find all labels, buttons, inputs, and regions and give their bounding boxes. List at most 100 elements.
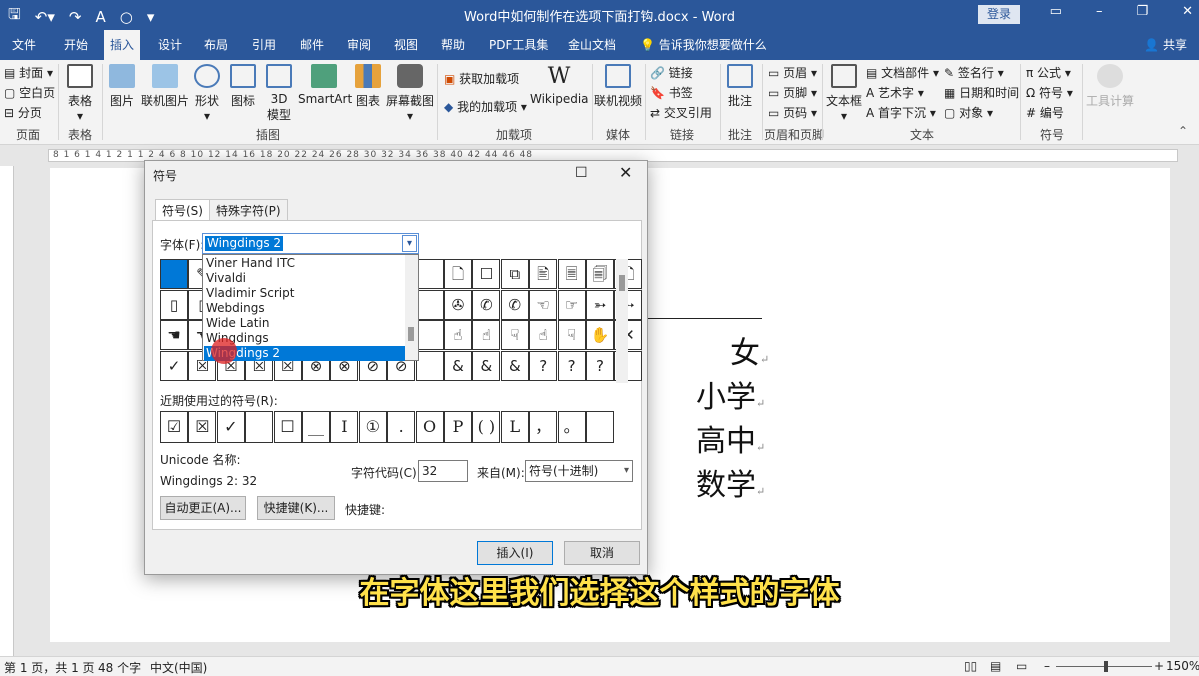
symbol-cell[interactable]: & [444, 350, 472, 381]
tab-design[interactable]: 设计 [152, 30, 188, 60]
symbol-cell[interactable]: 🗋 [444, 259, 472, 289]
font-option-viner[interactable]: Viner Hand ITC [204, 256, 405, 271]
quick-parts-button[interactable]: ▤ 文档部件 ▾ [866, 64, 939, 81]
footer-button[interactable]: ▭ 页脚 ▾ [768, 84, 817, 101]
autocorrect-button[interactable]: 自动更正(A)... [160, 496, 246, 520]
cancel-button[interactable]: 取消 [564, 541, 640, 565]
bookmark-button[interactable]: 🔖 书签 [650, 84, 693, 101]
font-option-webdings[interactable]: Webdings [204, 301, 405, 316]
font-option-wide-latin[interactable]: Wide Latin [204, 316, 405, 331]
symbol-cell[interactable]: ☝ [529, 320, 558, 350]
recent-symbol-cell[interactable]: ☑ [160, 411, 188, 443]
symbol-cell[interactable]: & [472, 350, 501, 381]
language[interactable]: 中文(中国) [150, 659, 207, 676]
symbol-cell[interactable] [160, 259, 188, 289]
recent-symbol-cell[interactable]: O [415, 411, 444, 443]
symbol-cell[interactable]: ☜ [529, 289, 558, 320]
symbol-cell[interactable]: ✇ [444, 289, 472, 320]
doc-line-2[interactable]: 小学↵ [696, 372, 765, 416]
symbol-cell[interactable]: ▯ [160, 289, 188, 320]
wikipedia-button[interactable]: W Wikipedia [530, 64, 589, 106]
tell-me-search[interactable]: 💡 告诉我你想要做什么 [634, 30, 773, 60]
symbol-cell[interactable]: 🖹 [529, 259, 558, 289]
recent-symbol-cell[interactable]: 。 [557, 411, 586, 443]
shapes-button[interactable]: 形状 ▾ [192, 64, 222, 123]
tab-kdocs[interactable]: 金山文档 [562, 30, 622, 60]
doc-line-4[interactable]: 数学↵ [696, 460, 765, 504]
list-scrollbar[interactable] [405, 255, 418, 360]
table-button[interactable]: 表格 ▾ [64, 64, 96, 123]
recent-symbol-cell[interactable]: ☐ [273, 411, 302, 443]
font-option-vladimir[interactable]: Vladimir Script [204, 286, 405, 301]
symbol-cell[interactable] [415, 320, 444, 350]
date-time-button[interactable]: ▦ 日期和时间 [944, 84, 1019, 101]
recent-symbol-cell[interactable] [586, 411, 614, 443]
online-video-button[interactable]: 联机视频 [594, 64, 642, 109]
symbol-cell[interactable]: ☞ [557, 289, 586, 320]
object-button[interactable]: ▢ 对象 ▾ [944, 104, 993, 121]
close-icon[interactable]: ✕ [619, 163, 632, 182]
zoom-level[interactable]: 150% [1166, 659, 1199, 673]
symbol-cell[interactable]: ☝ [472, 320, 501, 350]
symbol-cell[interactable]: ➳ [586, 289, 614, 320]
share-button[interactable]: 👤 共享 [1144, 30, 1187, 60]
doc-line-3[interactable]: 高中↵ [696, 416, 765, 460]
tab-references[interactable]: 引用 [246, 30, 282, 60]
symbol-cell[interactable]: 🗏 [557, 259, 586, 289]
tool-calc-button[interactable]: 工具计算 [1086, 64, 1134, 109]
drop-cap-button[interactable]: A 首字下沉 ▾ [866, 104, 936, 121]
login-button[interactable]: 登录 [978, 5, 1020, 24]
recent-symbol-cell[interactable]: ✓ [216, 411, 245, 443]
zoom-thumb[interactable] [1104, 661, 1108, 672]
chevron-down-icon[interactable]: ▾ [402, 235, 417, 252]
header-button[interactable]: ▭ 页眉 ▾ [768, 64, 817, 81]
symbol-cell[interactable]: ? [557, 350, 586, 381]
symbol-cell[interactable]: ✋ [586, 320, 614, 350]
doc-line-1[interactable]: 女↵ [730, 328, 769, 372]
recent-symbol-cell[interactable]: P [444, 411, 472, 443]
equation-button[interactable]: π 公式 ▾ [1026, 64, 1071, 81]
scroll-thumb[interactable] [619, 275, 625, 291]
icons-button[interactable]: 图标 [228, 64, 258, 109]
tab-home[interactable]: 开始 [58, 30, 94, 60]
word-count[interactable]: 48 个字 [98, 659, 141, 676]
recent-symbol-cell[interactable]: ☒ [188, 411, 217, 443]
tab-pdf-tools[interactable]: PDF工具集 [483, 30, 554, 60]
ribbon-display-icon[interactable]: ▭ [1050, 4, 1062, 19]
symbol-cell[interactable]: ☟ [557, 320, 586, 350]
from-select[interactable]: 符号(十进制) ▾ [525, 460, 633, 482]
recent-symbol-cell[interactable]: __ [302, 411, 330, 443]
collapse-ribbon-icon[interactable]: ⌃ [1178, 124, 1188, 138]
symbol-cell[interactable]: ☟ [500, 320, 529, 350]
print-layout-icon[interactable]: ▤ [990, 659, 1001, 673]
blank-page-button[interactable]: ▢ 空白页 [4, 84, 55, 101]
symbol-cell[interactable] [415, 259, 444, 289]
symbol-cell[interactable] [415, 289, 444, 320]
web-layout-icon[interactable]: ▭ [1016, 659, 1027, 673]
symbol-cell[interactable] [415, 350, 444, 381]
recent-symbol-cell[interactable] [245, 411, 274, 443]
shortcut-key-button[interactable]: 快捷键(K)... [257, 496, 335, 520]
pictures-button[interactable]: 图片 [106, 64, 138, 109]
symbol-cell[interactable]: ☐ [472, 259, 501, 289]
tab-special-chars[interactable]: 特殊字符(P) [209, 199, 288, 221]
font-combobox[interactable]: Wingdings 2 ▾ [202, 233, 419, 254]
zoom-in-icon[interactable]: + [1154, 659, 1164, 673]
screenshot-button[interactable]: 屏幕截图 ▾ [386, 64, 434, 123]
link-button[interactable]: 🔗 链接 [650, 64, 693, 81]
3d-models-button[interactable]: 3D 模型 [264, 64, 294, 123]
smartart-button[interactable]: SmartArt [298, 64, 352, 106]
restore-icon[interactable]: ❐ [1136, 4, 1148, 19]
list-scroll-thumb[interactable] [408, 327, 414, 341]
char-code-input[interactable]: 32 [418, 460, 468, 482]
tab-help[interactable]: 帮助 [435, 30, 471, 60]
signature-line-button[interactable]: ✎ 签名行 ▾ [944, 64, 1004, 81]
my-addins-button[interactable]: ◆ 我的加载项 ▾ [444, 98, 527, 115]
symbol-cell[interactable]: ⧉ [500, 259, 529, 289]
tab-review[interactable]: 审阅 [341, 30, 377, 60]
recent-symbol-cell[interactable]: L [500, 411, 529, 443]
recent-symbol-cell[interactable]: ① [358, 411, 387, 443]
comment-button[interactable]: 批注 [724, 64, 756, 109]
recent-symbol-cell[interactable]: ， [529, 411, 558, 443]
page-number-button[interactable]: ▭ 页码 ▾ [768, 104, 817, 121]
